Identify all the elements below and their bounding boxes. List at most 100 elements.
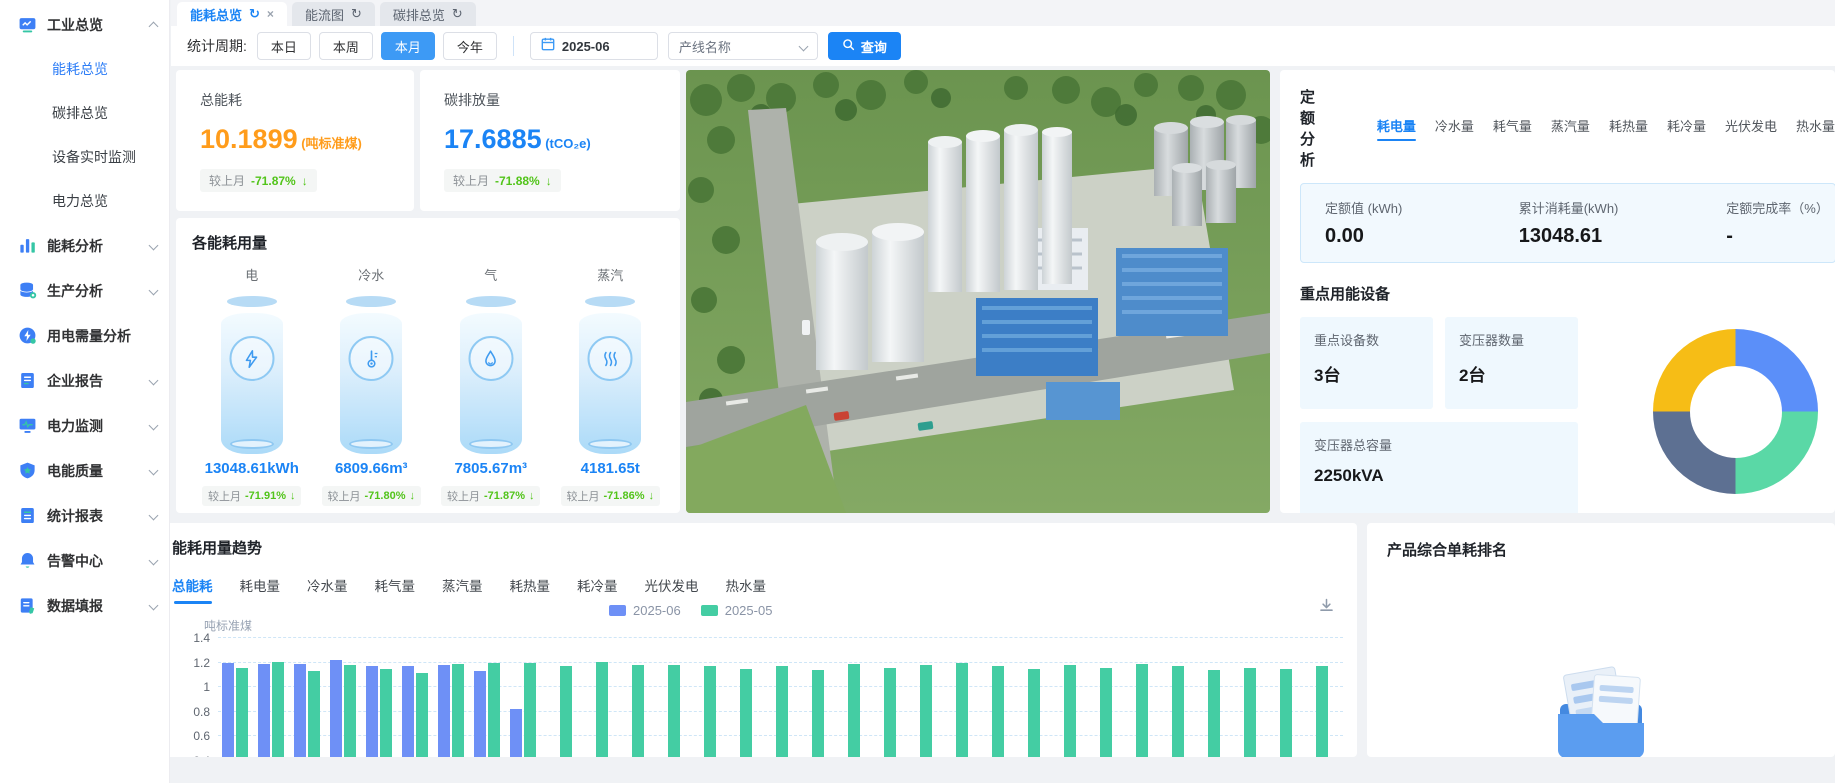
factory-3d-image xyxy=(686,70,1270,513)
close-icon[interactable]: × xyxy=(267,7,274,21)
quota-tab-耗热量[interactable]: 耗热量 xyxy=(1609,116,1648,141)
quota-tab-耗冷量[interactable]: 耗冷量 xyxy=(1667,116,1706,141)
trend-bar-2025-06 xyxy=(222,663,234,757)
sidebar-subitem-label: 碳排总览 xyxy=(52,103,108,123)
sidebar-item-告警中心[interactable]: 告警中心 xyxy=(0,538,169,583)
trend-tab-总能耗[interactable]: 总能耗 xyxy=(172,575,213,604)
sidebar-item-label: 能耗分析 xyxy=(47,236,144,256)
usage-label: 冷水 xyxy=(312,265,432,284)
compare-value: -71.87% xyxy=(251,174,296,188)
datafill-icon xyxy=(18,596,38,616)
period-button-今年[interactable]: 今年 xyxy=(443,32,497,60)
production-line-select[interactable]: 产线名称 xyxy=(668,32,818,60)
equipment-stat-row: 重点设备数3台变压器数量2台 xyxy=(1300,317,1578,409)
summary-card-title: 碳排放量 xyxy=(444,90,680,110)
trend-bar-2025-05 xyxy=(1172,666,1184,757)
refresh-icon[interactable]: ↻ xyxy=(452,6,463,22)
trend-bar-2025-05 xyxy=(236,668,248,757)
month-picker-value: 2025-06 xyxy=(562,39,610,54)
quota-tab-蒸汽量[interactable]: 蒸汽量 xyxy=(1551,116,1590,141)
quota-tab-冷水量[interactable]: 冷水量 xyxy=(1435,116,1474,141)
trend-bar-2025-05 xyxy=(1208,670,1220,757)
period-button-本月[interactable]: 本月 xyxy=(381,32,435,60)
month-picker[interactable]: 2025-06 xyxy=(530,32,658,60)
sidebar-item-电能质量[interactable]: 电能质量 xyxy=(0,448,169,493)
compare-value: -71.88% xyxy=(495,174,540,188)
database-icon xyxy=(18,281,38,301)
sidebar-item-能耗分析[interactable]: 能耗分析 xyxy=(0,223,169,268)
energy-usage-item-蒸汽: 蒸汽4181.65t较上月-71.86%↓ xyxy=(551,257,671,506)
quota-tab-耗电量[interactable]: 耗电量 xyxy=(1377,116,1416,141)
sidebar-subitem-电力总览[interactable]: 电力总览 xyxy=(0,179,169,223)
y-tick-label: 0.4 xyxy=(174,754,210,758)
sidebar-item-label: 电能质量 xyxy=(47,461,144,481)
sidebar-subitem-设备实时监测[interactable]: 设备实时监测 xyxy=(0,135,169,179)
trend-tab-光伏发电[interactable]: 光伏发电 xyxy=(645,575,699,604)
sidebar-subitem-label: 设备实时监测 xyxy=(52,147,136,167)
energy-trend-title: 能耗用量趋势 xyxy=(172,537,1357,558)
period-button-本周[interactable]: 本周 xyxy=(319,32,373,60)
compare-value: -71.80% xyxy=(365,490,406,502)
quota-tabs: 耗电量冷水量耗气量蒸汽量耗热量耗冷量光伏发电热水量 xyxy=(1377,116,1835,141)
trend-tab-蒸汽量[interactable]: 蒸汽量 xyxy=(442,575,483,604)
energy-usage-card: 各能耗用量 电13048.61kWh较上月-71.91%↓冷水6809.66m³… xyxy=(176,218,680,513)
trend-tab-耗电量[interactable]: 耗电量 xyxy=(240,575,281,604)
sidebar-item-统计报表[interactable]: 统计报表 xyxy=(0,493,169,538)
usage-bottle xyxy=(456,296,526,454)
tab-碳排总览[interactable]: 碳排总览 ↻ xyxy=(380,2,476,26)
compare-value: -71.87% xyxy=(484,490,525,502)
dashboard-icon xyxy=(18,15,38,35)
trend-bar-2025-05 xyxy=(344,665,356,757)
trend-bar-2025-05 xyxy=(668,665,680,757)
trend-tab-热水量[interactable]: 热水量 xyxy=(726,575,767,604)
compare-badge: 较上月-71.88%↓ xyxy=(444,169,561,192)
statement-icon xyxy=(18,506,38,526)
query-button[interactable]: 查询 xyxy=(828,32,901,60)
sidebar-item-电力监测[interactable]: 电力监测 xyxy=(0,403,169,448)
equipment-stats: 重点设备数3台变压器数量2台变压器总容量2250kVA xyxy=(1300,317,1578,513)
tab-能流图[interactable]: 能流图↻ xyxy=(292,2,375,26)
quota-tab-耗气量[interactable]: 耗气量 xyxy=(1493,116,1532,141)
trend-bar-2025-05 xyxy=(1136,664,1148,757)
chevron-down-icon xyxy=(149,511,159,521)
period-button-本日[interactable]: 本日 xyxy=(257,32,311,60)
stat-card-重点设备数: 重点设备数3台 xyxy=(1300,317,1433,409)
y-tick-label: 0.6 xyxy=(174,729,210,743)
y-tick-label: 1 xyxy=(174,680,210,694)
quota-field-value: 13048.61 xyxy=(1519,225,1727,248)
bottle-bottom xyxy=(588,439,632,449)
sidebar-subitem-能耗总览[interactable]: 能耗总览 xyxy=(0,47,169,91)
quota-field: 定额值 (kWh)0.00 xyxy=(1325,198,1519,248)
refresh-icon[interactable]: ↻ xyxy=(249,6,260,22)
tab-label: 碳排总览 xyxy=(393,5,445,24)
summary-value-number: 17.6885 xyxy=(444,124,542,154)
trend-tab-冷水量[interactable]: 冷水量 xyxy=(307,575,348,604)
quota-field: 定额完成率（%）- xyxy=(1726,198,1835,248)
chevron-up-icon xyxy=(149,22,159,32)
tab-能耗总览[interactable]: 能耗总览↻× xyxy=(177,2,287,26)
quota-tab-热水量[interactable]: 热水量 xyxy=(1796,116,1835,141)
trend-bar-chart: 吨标准煤1.41.210.80.60.4 xyxy=(174,615,1343,757)
report-icon xyxy=(18,371,38,391)
chevron-down-icon xyxy=(149,241,159,251)
sidebar-item-用电需量分析[interactable]: 用电需量分析 xyxy=(0,313,169,358)
quality-icon xyxy=(18,461,38,481)
sidebar-item-数据填报[interactable]: 数据填报 xyxy=(0,583,169,628)
trend-bar-2025-05 xyxy=(1064,665,1076,757)
trend-tab-耗气量[interactable]: 耗气量 xyxy=(375,575,416,604)
sidebar-item-工业总览[interactable]: 工业总览 xyxy=(0,2,169,47)
trend-bar-2025-05 xyxy=(560,666,572,757)
transformer-donut-chart xyxy=(1653,329,1818,494)
query-button-label: 查询 xyxy=(861,37,887,56)
compare-badge: 较上月-71.87%↓ xyxy=(200,169,317,192)
chevron-down-icon xyxy=(149,421,159,431)
trend-tab-耗冷量[interactable]: 耗冷量 xyxy=(577,575,618,604)
sidebar-item-生产分析[interactable]: 生产分析 xyxy=(0,268,169,313)
refresh-icon[interactable]: ↻ xyxy=(351,6,362,22)
trend-bar-2025-05 xyxy=(524,663,536,757)
trend-tab-耗热量[interactable]: 耗热量 xyxy=(510,575,551,604)
sidebar-item-企业报告[interactable]: 企业报告 xyxy=(0,358,169,403)
quota-tab-光伏发电[interactable]: 光伏发电 xyxy=(1725,116,1777,141)
sidebar-subitem-碳排总览[interactable]: 碳排总览 xyxy=(0,91,169,135)
empty-folder-icon xyxy=(1536,662,1666,757)
